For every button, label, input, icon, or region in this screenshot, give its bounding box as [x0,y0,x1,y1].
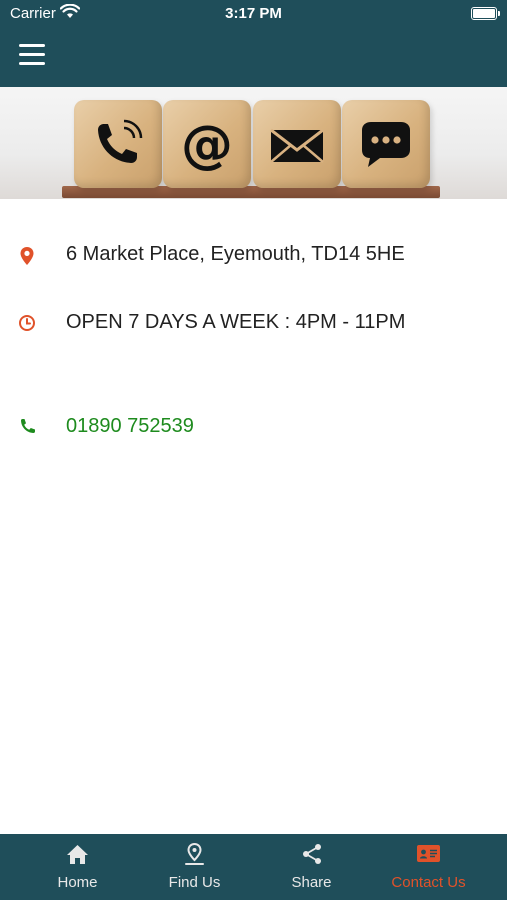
chat-cube [342,100,430,188]
app-header: Carrier 3:17 PM [0,0,507,87]
home-icon [67,845,88,864]
at-sign-icon: @ [181,115,233,175]
tab-share-label: Share [291,874,332,891]
bottom-tab-bar: Home Find Us Share Contact Us [0,834,507,900]
map-pin-icon [185,842,204,865]
tab-find-us-label: Find Us [168,874,221,891]
battery-icon [471,7,500,20]
address-row: 6 Market Place, Eyemouth, TD14 5HE [0,240,507,272]
chat-bubble-icon [362,122,410,167]
opening-hours-text: OPEN 7 DAYS A WEEK : 4PM - 11PM [66,311,406,333]
tab-share[interactable]: Share [253,834,370,900]
svg-text:@: @ [181,115,233,175]
at-cube: @ [163,100,251,188]
phone-number-link[interactable]: 01890 752539 [66,415,194,438]
phone-row[interactable]: 01890 752539 [0,412,507,444]
share-icon [303,844,321,864]
hamburger-menu-icon[interactable] [19,44,45,66]
status-bar: Carrier 3:17 PM [0,0,507,28]
phone-icon [98,119,143,163]
envelope-cube [253,100,341,188]
tab-home-label: Home [57,874,98,891]
contact-card-icon [417,845,440,862]
map-marker-icon [20,247,34,265]
phone-icon [21,419,35,433]
clock-icon [19,315,35,331]
tab-home[interactable]: Home [19,834,136,900]
hours-row: OPEN 7 DAYS A WEEK : 4PM - 11PM [0,308,507,340]
tab-find-us[interactable]: Find Us [136,834,253,900]
tab-contact-us-label: Contact Us [391,874,466,891]
envelope-icon [270,128,324,163]
address-text: 6 Market Place, Eyemouth, TD14 5HE [66,243,405,265]
tab-contact-us[interactable]: Contact Us [370,834,487,900]
status-time: 3:17 PM [225,5,282,22]
phone-cube [74,100,162,188]
